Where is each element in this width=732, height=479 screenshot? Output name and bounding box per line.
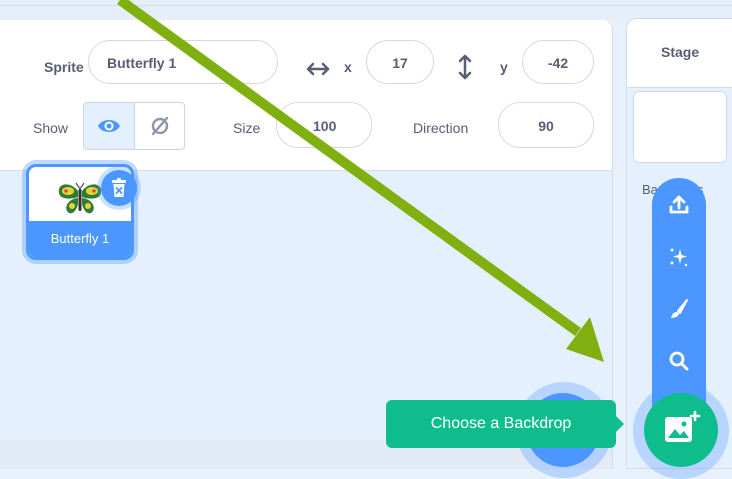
upload-icon — [669, 195, 689, 214]
show-label: Show — [33, 120, 69, 136]
sprite-info-pane: Sprite Butterfly 1 x 17 y -42 Show Size … — [0, 20, 612, 171]
choose-backdrop-button[interactable] — [644, 393, 718, 467]
search-icon — [669, 351, 689, 371]
backdrop-menu — [652, 178, 706, 408]
x-label: x — [344, 59, 352, 75]
stage-thumbnail[interactable] — [633, 91, 727, 163]
size-input[interactable]: 100 — [276, 102, 372, 148]
horizontal-arrows-icon — [306, 62, 330, 76]
y-input[interactable]: -42 — [522, 40, 594, 84]
tooltip-text: Choose a Backdrop — [430, 415, 572, 432]
choose-backdrop-tooltip: Choose a Backdrop — [386, 400, 624, 448]
sprite-label: Sprite — [44, 59, 84, 75]
surprise-icon — [670, 248, 688, 267]
sprite-tile-name: Butterfly 1 — [29, 221, 131, 257]
paint-backdrop-button[interactable] — [652, 286, 706, 334]
stage-header: Stage — [627, 19, 732, 88]
y-label: y — [500, 59, 508, 75]
eye-slash-icon — [151, 116, 169, 136]
surprise-backdrop-button[interactable] — [652, 234, 706, 282]
direction-input[interactable]: 90 — [498, 102, 594, 148]
show-button[interactable] — [84, 103, 135, 149]
hide-button[interactable] — [135, 103, 184, 149]
top-strip — [0, 0, 732, 20]
delete-sprite-button[interactable] — [101, 170, 137, 206]
eye-icon — [98, 120, 120, 132]
search-backdrop-button[interactable] — [652, 338, 706, 386]
x-input[interactable]: 17 — [366, 40, 434, 84]
backdrop-image-icon — [665, 410, 701, 442]
paintbrush-icon — [671, 299, 688, 318]
butterfly-thumbnail — [58, 182, 102, 214]
direction-label: Direction — [413, 120, 469, 136]
vertical-arrows-icon — [458, 54, 472, 80]
upload-backdrop-button[interactable] — [652, 182, 706, 230]
stage-title: Stage — [661, 44, 700, 60]
visibility-toggle — [83, 102, 185, 150]
sprite-name-input[interactable]: Butterfly 1 — [88, 40, 278, 84]
size-label: Size — [233, 120, 261, 136]
trash-icon — [112, 178, 126, 197]
